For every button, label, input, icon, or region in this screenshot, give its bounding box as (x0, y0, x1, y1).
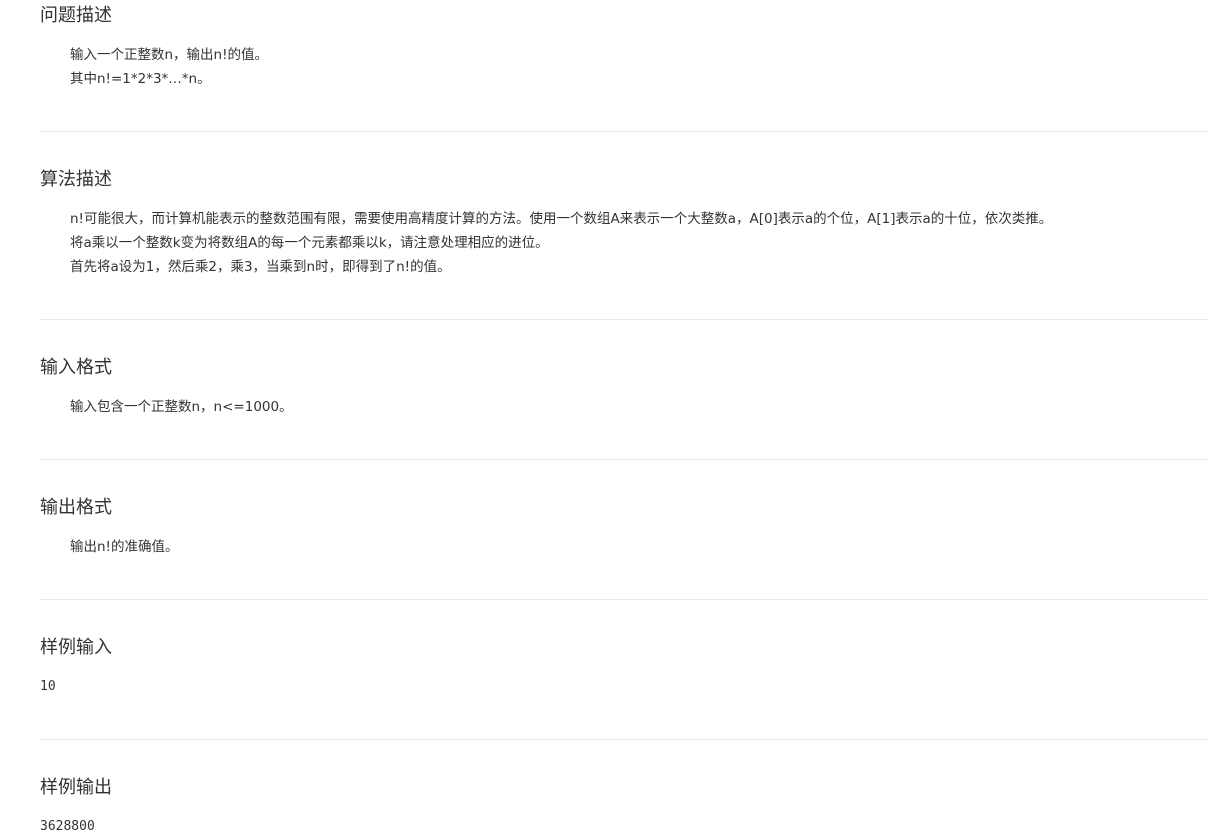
algorithm-description-body: n!可能很大，而计算机能表示的整数范围有限，需要使用高精度计算的方法。使用一个数… (40, 207, 1052, 279)
input-format-line: 输入包含一个正整数n，n<=1000。 (70, 399, 293, 415)
section-divider (40, 599, 1208, 600)
input-format-title: 输入格式 (40, 357, 112, 378)
problem-description-line: 其中n!=1*2*3*…*n。 (70, 71, 211, 87)
problem-description-title: 问题描述 (40, 5, 112, 26)
output-format-section: 输出格式 (40, 493, 112, 523)
sample-output-title: 样例输出 (40, 777, 112, 798)
algorithm-description-section: 算法描述 (40, 165, 112, 195)
output-format-body: 输出n!的准确值。 (40, 535, 178, 559)
algorithm-description-line: n!可能很大，而计算机能表示的整数范围有限，需要使用高精度计算的方法。使用一个数… (70, 211, 1053, 227)
output-format-line: 输出n!的准确值。 (70, 539, 179, 555)
output-format-title: 输出格式 (40, 497, 112, 518)
input-format-section: 输入格式 (40, 353, 112, 383)
section-divider (40, 131, 1208, 132)
sample-input-value: 10 (40, 679, 56, 694)
algorithm-description-title: 算法描述 (40, 169, 112, 190)
section-divider (40, 319, 1208, 320)
algorithm-description-line: 将a乘以一个整数k变为将数组A的每一个元素都乘以k，请注意处理相应的进位。 (70, 235, 549, 251)
problem-description-body: 输入一个正整数n，输出n!的值。 其中n!=1*2*3*…*n。 (40, 43, 268, 91)
sample-input-section: 样例输入 (40, 633, 112, 663)
input-format-body: 输入包含一个正整数n，n<=1000。 (40, 395, 293, 419)
sample-input-title: 样例输入 (40, 637, 112, 658)
sample-output-value: 3628800 (40, 819, 95, 834)
sample-output-section: 样例输出 (40, 773, 112, 803)
algorithm-description-line: 首先将a设为1，然后乘2，乘3，当乘到n时，即得到了n!的值。 (70, 259, 451, 275)
section-divider (40, 739, 1208, 740)
problem-description-section: 问题描述 (40, 1, 112, 31)
problem-description-line: 输入一个正整数n，输出n!的值。 (70, 47, 269, 63)
section-divider (40, 459, 1208, 460)
